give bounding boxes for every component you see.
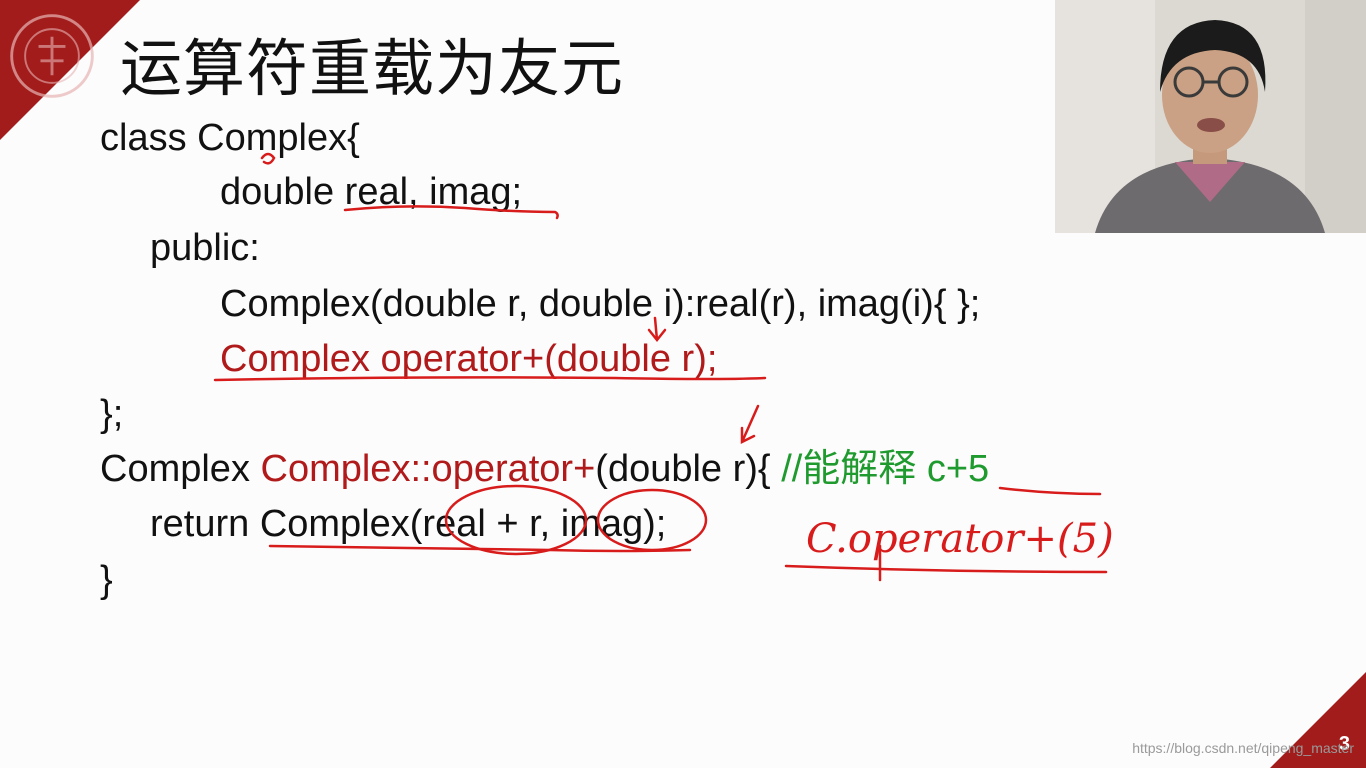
code-line-constructor: Complex(double r, double i):real(r), ima… <box>220 283 981 325</box>
code-comment: //能解释 c+5 <box>781 448 990 490</box>
code-line-return: return Complex(real + r, imag); <box>150 503 667 545</box>
code-params: (double r){ <box>595 448 782 490</box>
code-line-func-end: } <box>100 559 113 601</box>
code-line-members: double real, imag; <box>220 171 523 213</box>
webcam-video-inset <box>1055 0 1366 233</box>
code-line-class: class Complex{ <box>100 117 360 159</box>
presenter-image <box>1055 0 1366 233</box>
code-line-class-end: }; <box>100 393 124 435</box>
code-line-public: public: <box>150 227 260 269</box>
code-operator-name: Complex::operator+ <box>260 448 596 490</box>
code-line-operator-def: Complex Complex::operator+(double r){ //… <box>100 447 989 491</box>
code-line-operator-decl: Complex operator+(double r); <box>220 338 718 380</box>
code-return-type: Complex <box>100 448 261 490</box>
